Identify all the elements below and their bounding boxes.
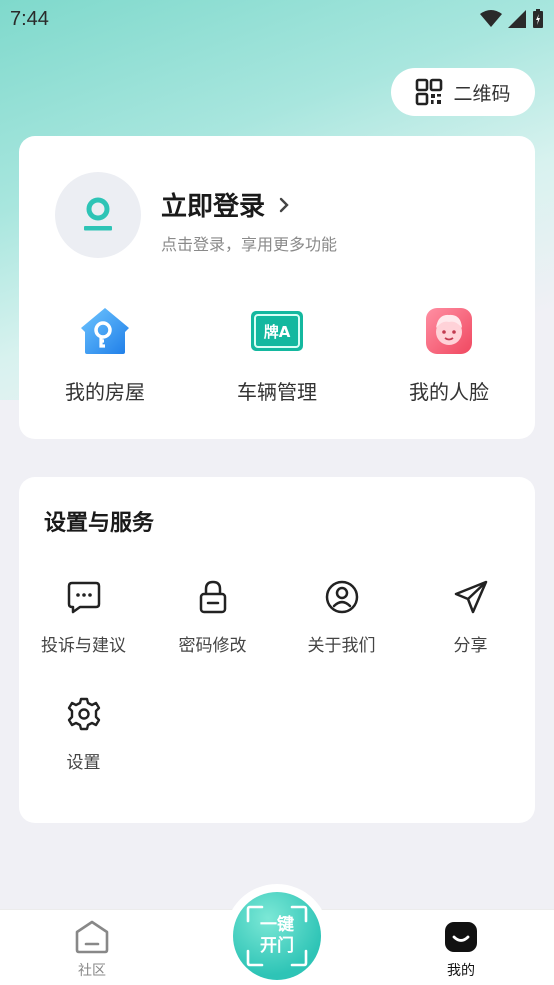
service-feedback[interactable]: 投诉与建议 xyxy=(19,577,148,656)
svg-text:牌A: 牌A xyxy=(264,323,291,341)
profile-card: 立即登录 点击登录，享用更多功能 我的房屋 牌A 车辆管理 我的人脸 xyxy=(19,136,535,439)
chevron-right-icon xyxy=(279,197,289,212)
send-icon xyxy=(451,577,491,617)
nav-community-label: 社区 xyxy=(78,963,106,979)
mine-face-icon xyxy=(445,922,477,952)
service-label: 分享 xyxy=(453,636,488,656)
service-label: 设置 xyxy=(66,753,101,773)
service-label: 关于我们 xyxy=(307,636,376,656)
status-time: 7:44 xyxy=(10,7,49,30)
house-key-icon xyxy=(78,304,132,358)
quick-label-vehicle: 车辆管理 xyxy=(237,380,317,404)
quick-item-my-face[interactable]: 我的人脸 xyxy=(363,304,535,414)
avatar[interactable] xyxy=(55,172,141,258)
nav-community[interactable]: 社区 xyxy=(47,920,137,980)
login-title: 立即登录 xyxy=(161,192,266,222)
quick-label-my-face: 我的人脸 xyxy=(409,380,489,404)
license-plate-icon: 牌A xyxy=(250,304,304,358)
quick-label-my-house: 我的房屋 xyxy=(65,380,145,404)
user-circle-icon xyxy=(322,577,362,617)
qr-code-button[interactable]: 二维码 xyxy=(391,68,535,116)
nav-mine-label: 我的 xyxy=(447,963,475,979)
login-subtitle: 点击登录，享用更多功能 xyxy=(161,235,338,254)
open-door-button[interactable]: 一键开门 xyxy=(225,884,329,985)
services-title: 设置与服务 xyxy=(44,511,155,536)
qr-code-label: 二维码 xyxy=(453,82,511,105)
quick-actions: 我的房屋 牌A 车辆管理 我的人脸 xyxy=(19,304,535,414)
service-share[interactable]: 分享 xyxy=(406,577,535,656)
lock-icon xyxy=(193,577,233,617)
nav-mine[interactable]: 我的 xyxy=(416,920,506,980)
open-door-circle: 一键开门 xyxy=(233,892,321,980)
qr-code-icon xyxy=(416,78,443,106)
login-link[interactable]: 立即登录 xyxy=(161,186,289,223)
gear-icon xyxy=(64,694,104,734)
signal-icon xyxy=(508,10,526,28)
services-card: 设置与服务 投诉与建议 密码修改 关于我们 分享 设置 xyxy=(19,477,535,823)
quick-item-my-house[interactable]: 我的房屋 xyxy=(19,304,191,414)
face-icon xyxy=(422,304,476,358)
service-settings[interactable]: 设置 xyxy=(19,694,148,773)
service-password[interactable]: 密码修改 xyxy=(148,577,277,656)
quick-item-vehicle[interactable]: 牌A 车辆管理 xyxy=(191,304,363,414)
battery-icon xyxy=(533,9,543,28)
wifi-icon xyxy=(480,10,502,27)
service-label: 密码修改 xyxy=(178,636,247,656)
services-grid: 投诉与建议 密码修改 关于我们 分享 设置 xyxy=(19,577,535,773)
message-icon xyxy=(64,577,104,617)
service-about[interactable]: 关于我们 xyxy=(277,577,406,656)
scan-frame-icon xyxy=(246,905,308,967)
service-label: 投诉与建议 xyxy=(41,636,126,656)
status-icons xyxy=(480,9,544,29)
user-placeholder-icon xyxy=(84,197,112,231)
status-bar: 7:44 xyxy=(0,0,554,38)
community-home-icon xyxy=(75,920,109,954)
